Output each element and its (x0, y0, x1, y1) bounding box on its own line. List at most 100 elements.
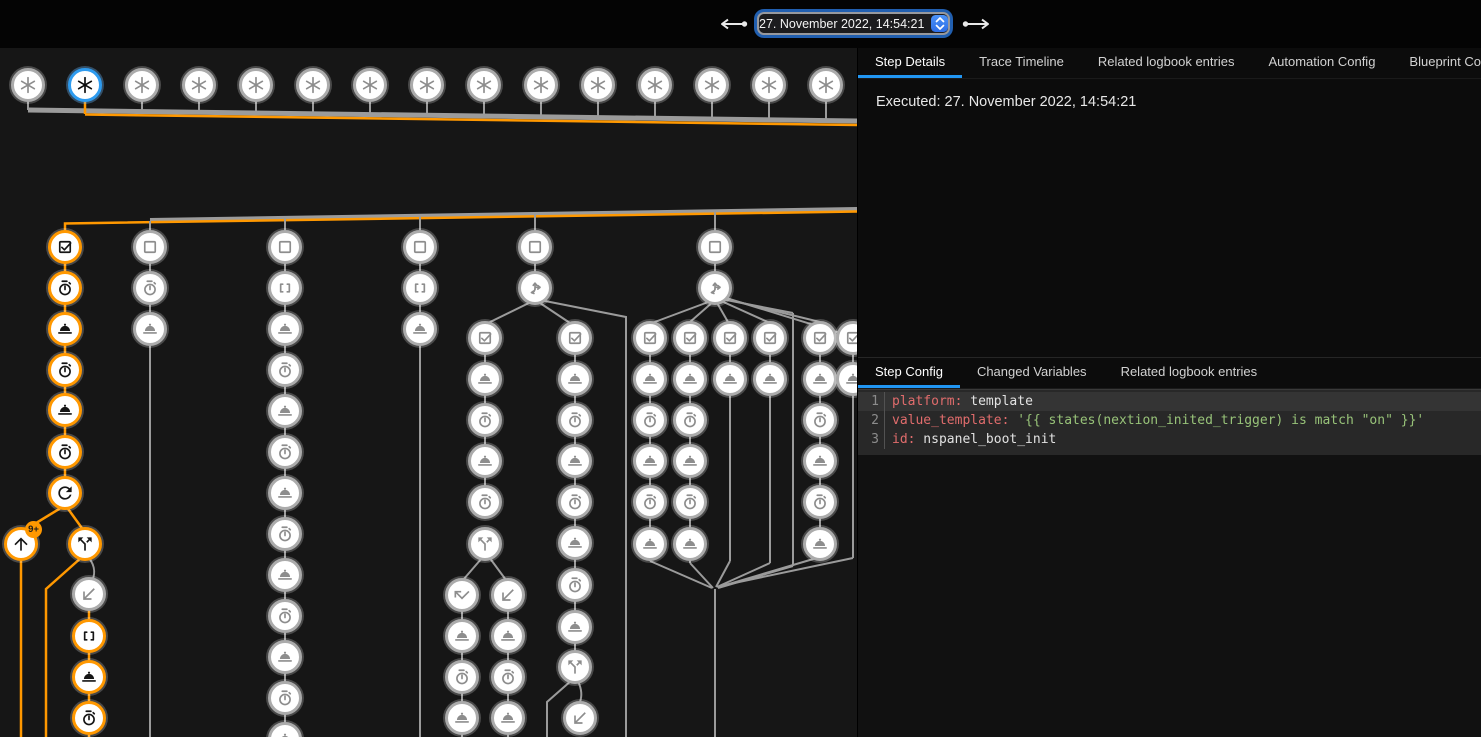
trace-node-check-square[interactable] (48, 230, 82, 264)
trace-node-asterisk[interactable] (410, 68, 444, 102)
next-trace-button[interactable] (960, 17, 994, 31)
trace-node-timer[interactable] (803, 485, 837, 519)
trace-node-timer[interactable] (445, 660, 479, 694)
trace-node-bell[interactable] (268, 558, 302, 592)
trace-node-asterisk[interactable] (125, 68, 159, 102)
tab-step-config[interactable]: Step Config (858, 358, 960, 388)
trace-node-square[interactable] (698, 230, 732, 264)
trace-node-timer[interactable] (673, 485, 707, 519)
trace-node-timer[interactable] (633, 403, 667, 437)
trace-node-brackets[interactable] (72, 619, 106, 653)
trace-node-timer[interactable] (268, 599, 302, 633)
trace-node-timer[interactable] (133, 271, 167, 305)
trace-node-bell[interactable] (268, 476, 302, 510)
trace-node-asterisk[interactable] (695, 68, 729, 102)
trace-node-timer[interactable] (558, 568, 592, 602)
trace-node-arrow-bl[interactable] (491, 578, 525, 612)
trace-node-timer[interactable] (72, 701, 106, 735)
trace-node-bell[interactable] (803, 444, 837, 478)
trace-node-refresh[interactable] (48, 476, 82, 510)
trace-node-timer[interactable] (803, 403, 837, 437)
trace-node-timer[interactable] (633, 485, 667, 519)
trace-node-timer[interactable] (491, 660, 525, 694)
trace-node-bell[interactable] (803, 527, 837, 561)
trace-node-timer[interactable] (48, 435, 82, 469)
trace-node-bell[interactable] (468, 362, 502, 396)
trace-node-asterisk[interactable] (581, 68, 615, 102)
trace-node-timer[interactable] (558, 485, 592, 519)
trace-node-timer[interactable] (673, 403, 707, 437)
trace-node-bell[interactable] (445, 619, 479, 653)
trace-node-asterisk[interactable] (11, 68, 45, 102)
trace-node-asterisk[interactable] (182, 68, 216, 102)
trace-node-bell[interactable] (713, 362, 747, 396)
trace-node-bell[interactable] (558, 444, 592, 478)
trace-node-check-square[interactable] (803, 321, 837, 355)
trace-node-split[interactable] (558, 650, 592, 684)
trace-node-check-square[interactable] (468, 321, 502, 355)
trace-node-bell[interactable] (491, 619, 525, 653)
trace-node-bell[interactable] (673, 527, 707, 561)
trace-node-asterisk[interactable] (524, 68, 558, 102)
trace-node-check-square[interactable] (673, 321, 707, 355)
tab-changed-variables[interactable]: Changed Variables (960, 358, 1104, 388)
previous-trace-button[interactable] (716, 17, 750, 31)
trace-node-square[interactable] (268, 230, 302, 264)
trace-node-asterisk[interactable] (752, 68, 786, 102)
trace-node-asterisk[interactable] (239, 68, 273, 102)
trace-node-bell[interactable] (753, 362, 787, 396)
trace-node-timer[interactable] (268, 517, 302, 551)
trace-node-asterisk[interactable] (809, 68, 843, 102)
trace-node-square[interactable] (518, 230, 552, 264)
trace-node-call-missed[interactable] (445, 578, 479, 612)
trace-node-bell[interactable] (445, 701, 479, 735)
trace-node-asterisk[interactable] (68, 68, 102, 102)
trace-node-timer[interactable] (268, 353, 302, 387)
trace-node-arrow-bl[interactable] (563, 701, 597, 735)
trace-node-check-square[interactable] (633, 321, 667, 355)
trace-node-arrow-up[interactable]: 9+ (4, 527, 38, 561)
trace-node-brackets[interactable] (268, 271, 302, 305)
trace-node-brackets[interactable] (403, 271, 437, 305)
trace-node-split[interactable] (468, 527, 502, 561)
trace-node-bell[interactable] (48, 393, 82, 427)
tab-trace-timeline[interactable]: Trace Timeline (962, 48, 1081, 78)
trace-node-bell[interactable] (558, 526, 592, 560)
trace-node-bell[interactable] (673, 362, 707, 396)
trace-node-arrow-bl[interactable] (72, 577, 106, 611)
trace-node-square[interactable] (133, 230, 167, 264)
trace-node-bell[interactable] (48, 312, 82, 346)
trace-node-check-square[interactable] (558, 321, 592, 355)
trace-node-asterisk[interactable] (467, 68, 501, 102)
tab-automation-config[interactable]: Automation Config (1251, 48, 1392, 78)
trace-node-bell[interactable] (558, 610, 592, 644)
tab-blueprint-config[interactable]: Blueprint Config (1392, 48, 1481, 78)
trace-node-timer[interactable] (468, 485, 502, 519)
trace-node-bell[interactable] (403, 312, 437, 346)
trace-node-asterisk[interactable] (353, 68, 387, 102)
trace-node-timer[interactable] (48, 353, 82, 387)
trace-node-square[interactable] (403, 230, 437, 264)
trace-node-check-square[interactable] (713, 321, 747, 355)
trace-node-bell[interactable] (803, 362, 837, 396)
trace-node-bell[interactable] (633, 444, 667, 478)
trace-node-bell[interactable] (468, 444, 502, 478)
trace-node-bell[interactable] (558, 362, 592, 396)
trace-node-bell[interactable] (491, 701, 525, 735)
trace-node-timer[interactable] (468, 403, 502, 437)
trace-node-asterisk[interactable] (638, 68, 672, 102)
trace-node-bell[interactable] (72, 660, 106, 694)
trace-node-bell[interactable] (268, 394, 302, 428)
trace-node-timer[interactable] (558, 403, 592, 437)
trace-node-timer[interactable] (48, 271, 82, 305)
trace-node-bell[interactable] (133, 312, 167, 346)
trace-node-bell[interactable] (673, 444, 707, 478)
trace-node-split[interactable] (68, 527, 102, 561)
trace-node-choose[interactable] (518, 271, 552, 305)
trace-node-timer[interactable] (268, 681, 302, 715)
trace-node-asterisk[interactable] (296, 68, 330, 102)
trace-node-bell[interactable] (268, 640, 302, 674)
trace-node-timer[interactable] (268, 435, 302, 469)
trace-node-bell[interactable] (633, 362, 667, 396)
tab-step-details[interactable]: Step Details (858, 48, 962, 78)
